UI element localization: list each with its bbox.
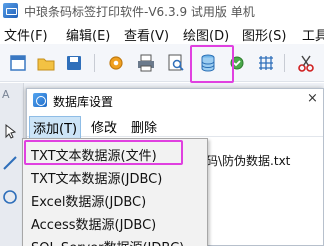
menu-view[interactable]: 查看(V)	[124, 25, 169, 44]
menu-item-sqlserver-jdbc[interactable]: SQL Server数据源(JDBC)	[31, 237, 184, 246]
menu-draw[interactable]: 绘图(D)	[183, 25, 229, 44]
menu-file[interactable]: 文件(F)	[4, 25, 48, 44]
menu-edit[interactable]: 编辑(E)	[66, 25, 110, 44]
app-logo-icon	[3, 3, 18, 18]
new-icon[interactable]	[8, 53, 28, 73]
toolbar-separator	[94, 54, 95, 72]
shape-tool-icon[interactable]	[0, 187, 20, 207]
dialog-title: 数据库设置	[53, 95, 114, 109]
pointer-tool-icon[interactable]	[0, 121, 20, 141]
menu-item-excel-jdbc[interactable]: Excel数据源(JDBC)	[31, 191, 146, 210]
delete-menu[interactable]: 删除	[128, 116, 160, 137]
line-tool-icon[interactable]	[0, 153, 20, 173]
database-button-highlight	[190, 45, 234, 83]
edit-menu[interactable]: 修改	[88, 116, 120, 137]
menu-tools[interactable]: 工具	[302, 25, 324, 44]
open-icon[interactable]	[36, 53, 56, 73]
menu-bar: 文件(F) 编辑(E) 查看(V) 绘图(D) 图形(S) 工具	[0, 22, 324, 44]
print-preview-icon[interactable]	[166, 53, 186, 73]
left-tool-strip	[0, 83, 24, 246]
dialog-title-bar: 数据库设置 ×	[27, 89, 323, 111]
txt-file-item-highlight	[24, 140, 183, 165]
database-settings-icon	[33, 93, 47, 107]
toolbar	[0, 44, 324, 82]
close-icon[interactable]: ×	[307, 91, 321, 107]
menu-item-access-jdbc[interactable]: Access数据源(JDBC)	[31, 214, 156, 233]
cut-icon[interactable]	[296, 53, 316, 73]
app-title-bar: 中琅条码标签打印软件-V6.3.9 试用版 单机	[0, 0, 324, 22]
menu-item-txt-jdbc[interactable]: TXT文本数据源(JDBC)	[31, 168, 162, 187]
add-menu[interactable]: 添加(T)	[29, 116, 82, 139]
toolbar-separator	[284, 54, 285, 72]
settings-icon[interactable]	[106, 53, 126, 73]
app-title: 中琅条码标签打印软件-V6.3.9 试用版 单机	[24, 5, 255, 19]
dialog-menu-bar: 添加(T) 修改 删除	[27, 113, 323, 139]
menu-shape[interactable]: 图形(S)	[242, 25, 286, 44]
grid-icon[interactable]	[256, 53, 276, 73]
save-icon[interactable]	[64, 53, 84, 73]
print-icon[interactable]	[136, 53, 156, 73]
sidebar-label: A	[2, 88, 10, 101]
